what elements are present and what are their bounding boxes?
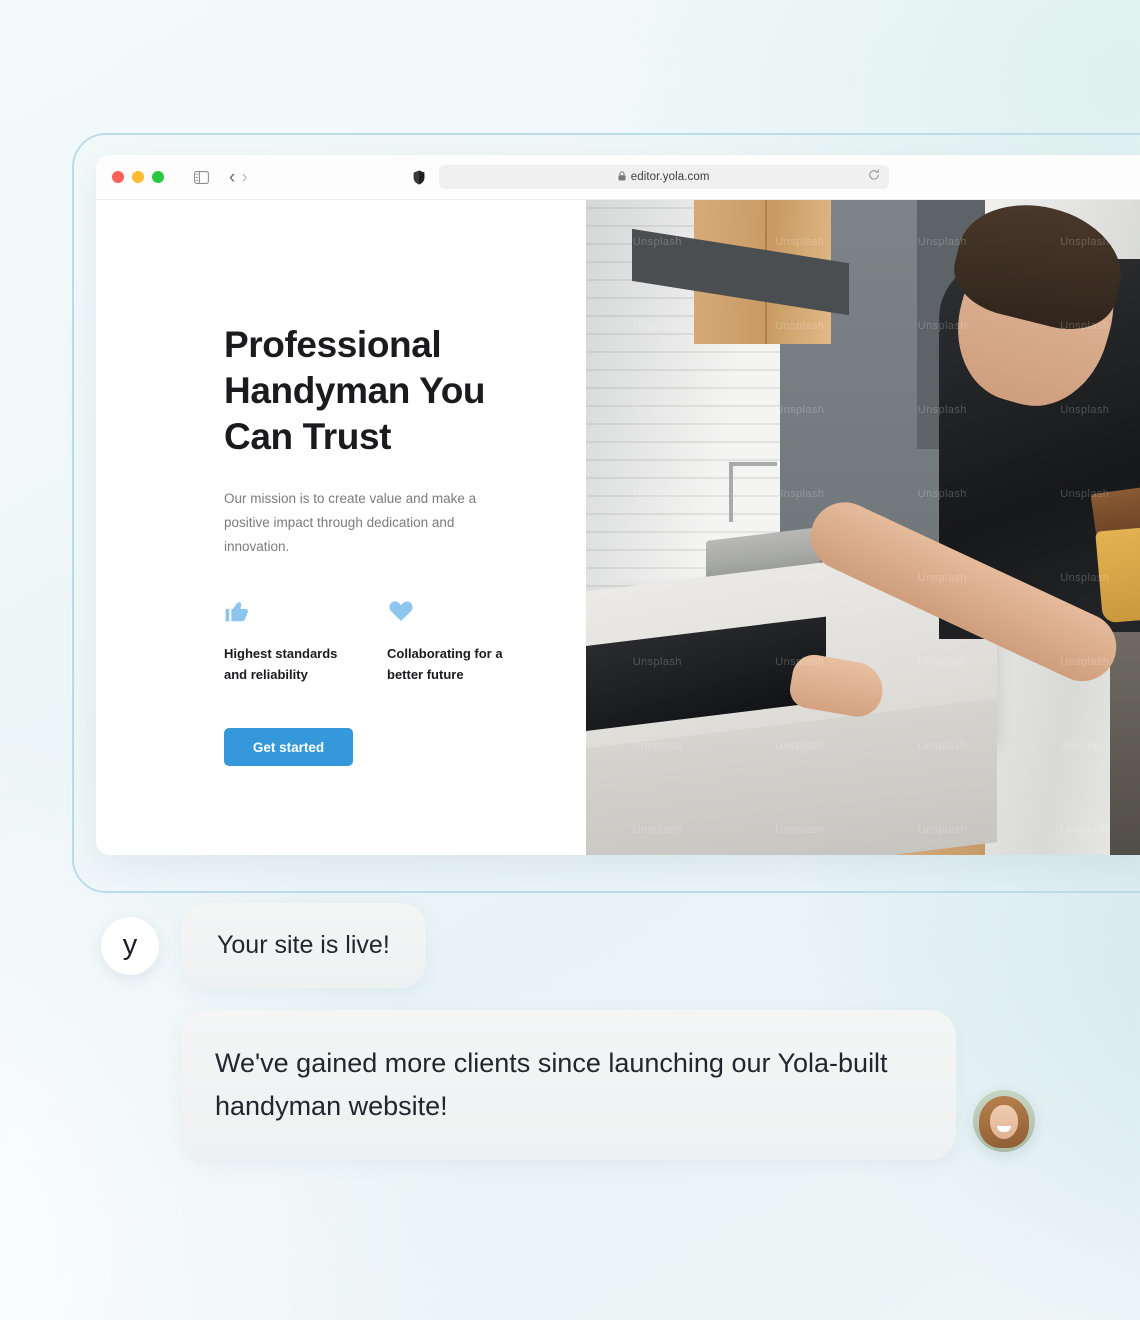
chat-message-yola: y Your site is live!: [0, 903, 1140, 988]
forward-button[interactable]: ›: [241, 168, 247, 187]
navigation-buttons[interactable]: ‹ ›: [229, 168, 248, 187]
window-controls[interactable]: [112, 171, 164, 183]
feature-item-standards: Highest standards and reliability: [224, 597, 387, 685]
feature-label: Collaborating for a better future: [387, 646, 503, 682]
browser-toolbar: ‹ › editor.yola.com: [96, 155, 1140, 200]
feature-label: Highest standards and reliability: [224, 646, 338, 682]
maximize-window-button[interactable]: [152, 171, 164, 183]
shield-icon[interactable]: [413, 170, 425, 185]
browser-window: ‹ › editor.yola.com Professional Handyma…: [96, 155, 1140, 855]
hero-text-column: Professional Handyman You Can Trust Our …: [96, 200, 586, 855]
lock-icon: [618, 168, 626, 186]
chat-bubble: We've gained more clients since launchin…: [181, 1010, 956, 1160]
address-bar[interactable]: editor.yola.com: [438, 165, 889, 189]
feature-list: Highest standards and reliability Collab…: [224, 597, 586, 685]
sidebar-toggle-icon[interactable]: [194, 170, 209, 184]
chat-section: y Your site is live! We've gained more c…: [0, 903, 1140, 1160]
back-button[interactable]: ‹: [229, 168, 235, 187]
url-text: editor.yola.com: [630, 171, 710, 183]
page-title: Professional Handyman You Can Trust: [224, 324, 486, 457]
heart-icon: [387, 597, 550, 627]
thumbs-up-icon: [224, 597, 387, 627]
chat-message-user: We've gained more clients since launchin…: [0, 1010, 1140, 1160]
feature-item-collaborating: Collaborating for a better future: [387, 597, 550, 685]
site-preview: Professional Handyman You Can Trust Our …: [96, 200, 1140, 855]
get-started-button[interactable]: Get started: [224, 728, 353, 766]
hero-image: Unsplash Unsplash Unsplash Unsplash Unsp…: [586, 200, 1140, 855]
avatar: [973, 1090, 1035, 1152]
close-window-button[interactable]: [112, 171, 124, 183]
reload-icon[interactable]: [868, 168, 880, 186]
chat-bubble: Your site is live!: [181, 903, 426, 988]
hero-subtitle: Our mission is to create value and make …: [224, 491, 477, 554]
kitchen-photo: [586, 200, 1140, 855]
yola-avatar: y: [101, 916, 159, 975]
minimize-window-button[interactable]: [132, 171, 144, 183]
